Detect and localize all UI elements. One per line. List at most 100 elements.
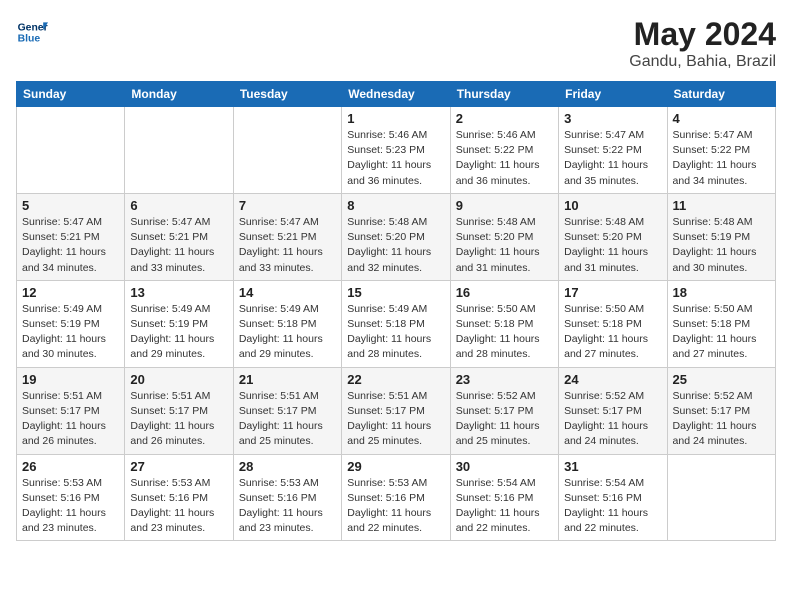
day-info: Sunrise: 5:50 AMSunset: 5:18 PMDaylight:… bbox=[673, 302, 770, 363]
col-wednesday: Wednesday bbox=[342, 82, 450, 107]
calendar-cell: 4 Sunrise: 5:47 AMSunset: 5:22 PMDayligh… bbox=[667, 107, 775, 194]
day-info: Sunrise: 5:49 AMSunset: 5:19 PMDaylight:… bbox=[22, 302, 119, 363]
calendar-cell: 10 Sunrise: 5:48 AMSunset: 5:20 PMDaylig… bbox=[559, 193, 667, 280]
day-number: 2 bbox=[456, 111, 553, 126]
calendar-cell: 12 Sunrise: 5:49 AMSunset: 5:19 PMDaylig… bbox=[17, 280, 125, 367]
calendar-cell: 23 Sunrise: 5:52 AMSunset: 5:17 PMDaylig… bbox=[450, 367, 558, 454]
day-info: Sunrise: 5:51 AMSunset: 5:17 PMDaylight:… bbox=[239, 389, 336, 450]
calendar-cell: 5 Sunrise: 5:47 AMSunset: 5:21 PMDayligh… bbox=[17, 193, 125, 280]
day-info: Sunrise: 5:54 AMSunset: 5:16 PMDaylight:… bbox=[564, 476, 661, 537]
calendar-cell: 17 Sunrise: 5:50 AMSunset: 5:18 PMDaylig… bbox=[559, 280, 667, 367]
day-number: 20 bbox=[130, 372, 227, 387]
day-info: Sunrise: 5:52 AMSunset: 5:17 PMDaylight:… bbox=[564, 389, 661, 450]
calendar-cell: 9 Sunrise: 5:48 AMSunset: 5:20 PMDayligh… bbox=[450, 193, 558, 280]
day-number: 25 bbox=[673, 372, 770, 387]
calendar-week-row: 26 Sunrise: 5:53 AMSunset: 5:16 PMDaylig… bbox=[17, 454, 776, 541]
day-info: Sunrise: 5:50 AMSunset: 5:18 PMDaylight:… bbox=[564, 302, 661, 363]
calendar-cell bbox=[125, 107, 233, 194]
day-number: 10 bbox=[564, 198, 661, 213]
calendar-week-row: 19 Sunrise: 5:51 AMSunset: 5:17 PMDaylig… bbox=[17, 367, 776, 454]
calendar-cell: 16 Sunrise: 5:50 AMSunset: 5:18 PMDaylig… bbox=[450, 280, 558, 367]
calendar-cell: 19 Sunrise: 5:51 AMSunset: 5:17 PMDaylig… bbox=[17, 367, 125, 454]
calendar-cell: 14 Sunrise: 5:49 AMSunset: 5:18 PMDaylig… bbox=[233, 280, 341, 367]
calendar-cell: 22 Sunrise: 5:51 AMSunset: 5:17 PMDaylig… bbox=[342, 367, 450, 454]
calendar-week-row: 1 Sunrise: 5:46 AMSunset: 5:23 PMDayligh… bbox=[17, 107, 776, 194]
day-number: 5 bbox=[22, 198, 119, 213]
calendar-cell: 24 Sunrise: 5:52 AMSunset: 5:17 PMDaylig… bbox=[559, 367, 667, 454]
calendar-table: Sunday Monday Tuesday Wednesday Thursday… bbox=[16, 81, 776, 541]
month-title: May 2024 bbox=[629, 16, 776, 53]
day-info: Sunrise: 5:53 AMSunset: 5:16 PMDaylight:… bbox=[130, 476, 227, 537]
day-info: Sunrise: 5:54 AMSunset: 5:16 PMDaylight:… bbox=[456, 476, 553, 537]
day-number: 8 bbox=[347, 198, 444, 213]
calendar-cell bbox=[17, 107, 125, 194]
day-number: 16 bbox=[456, 285, 553, 300]
day-info: Sunrise: 5:49 AMSunset: 5:18 PMDaylight:… bbox=[347, 302, 444, 363]
day-number: 18 bbox=[673, 285, 770, 300]
day-number: 13 bbox=[130, 285, 227, 300]
day-info: Sunrise: 5:53 AMSunset: 5:16 PMDaylight:… bbox=[347, 476, 444, 537]
calendar-cell: 1 Sunrise: 5:46 AMSunset: 5:23 PMDayligh… bbox=[342, 107, 450, 194]
logo-icon: General Blue bbox=[16, 16, 48, 48]
calendar-cell: 11 Sunrise: 5:48 AMSunset: 5:19 PMDaylig… bbox=[667, 193, 775, 280]
day-number: 23 bbox=[456, 372, 553, 387]
calendar-cell: 3 Sunrise: 5:47 AMSunset: 5:22 PMDayligh… bbox=[559, 107, 667, 194]
calendar-cell: 29 Sunrise: 5:53 AMSunset: 5:16 PMDaylig… bbox=[342, 454, 450, 541]
svg-text:Blue: Blue bbox=[18, 34, 41, 45]
calendar-cell: 25 Sunrise: 5:52 AMSunset: 5:17 PMDaylig… bbox=[667, 367, 775, 454]
day-info: Sunrise: 5:51 AMSunset: 5:17 PMDaylight:… bbox=[22, 389, 119, 450]
col-friday: Friday bbox=[559, 82, 667, 107]
title-block: May 2024 Gandu, Bahia, Brazil bbox=[629, 16, 776, 71]
day-info: Sunrise: 5:52 AMSunset: 5:17 PMDaylight:… bbox=[456, 389, 553, 450]
location-title: Gandu, Bahia, Brazil bbox=[629, 53, 776, 71]
day-info: Sunrise: 5:46 AMSunset: 5:22 PMDaylight:… bbox=[456, 128, 553, 189]
day-info: Sunrise: 5:48 AMSunset: 5:20 PMDaylight:… bbox=[456, 215, 553, 276]
calendar-cell: 8 Sunrise: 5:48 AMSunset: 5:20 PMDayligh… bbox=[342, 193, 450, 280]
calendar-cell: 7 Sunrise: 5:47 AMSunset: 5:21 PMDayligh… bbox=[233, 193, 341, 280]
calendar-cell: 31 Sunrise: 5:54 AMSunset: 5:16 PMDaylig… bbox=[559, 454, 667, 541]
day-number: 4 bbox=[673, 111, 770, 126]
calendar-cell: 18 Sunrise: 5:50 AMSunset: 5:18 PMDaylig… bbox=[667, 280, 775, 367]
page-header: General Blue May 2024 Gandu, Bahia, Braz… bbox=[16, 16, 776, 71]
day-number: 27 bbox=[130, 459, 227, 474]
day-info: Sunrise: 5:51 AMSunset: 5:17 PMDaylight:… bbox=[347, 389, 444, 450]
col-monday: Monday bbox=[125, 82, 233, 107]
day-info: Sunrise: 5:51 AMSunset: 5:17 PMDaylight:… bbox=[130, 389, 227, 450]
day-info: Sunrise: 5:53 AMSunset: 5:16 PMDaylight:… bbox=[22, 476, 119, 537]
day-info: Sunrise: 5:47 AMSunset: 5:21 PMDaylight:… bbox=[130, 215, 227, 276]
day-info: Sunrise: 5:48 AMSunset: 5:20 PMDaylight:… bbox=[347, 215, 444, 276]
day-number: 11 bbox=[673, 198, 770, 213]
col-thursday: Thursday bbox=[450, 82, 558, 107]
calendar-week-row: 5 Sunrise: 5:47 AMSunset: 5:21 PMDayligh… bbox=[17, 193, 776, 280]
calendar-cell: 28 Sunrise: 5:53 AMSunset: 5:16 PMDaylig… bbox=[233, 454, 341, 541]
day-info: Sunrise: 5:48 AMSunset: 5:19 PMDaylight:… bbox=[673, 215, 770, 276]
day-info: Sunrise: 5:53 AMSunset: 5:16 PMDaylight:… bbox=[239, 476, 336, 537]
calendar-cell: 30 Sunrise: 5:54 AMSunset: 5:16 PMDaylig… bbox=[450, 454, 558, 541]
calendar-cell: 2 Sunrise: 5:46 AMSunset: 5:22 PMDayligh… bbox=[450, 107, 558, 194]
day-number: 9 bbox=[456, 198, 553, 213]
calendar-week-row: 12 Sunrise: 5:49 AMSunset: 5:19 PMDaylig… bbox=[17, 280, 776, 367]
calendar-header-row: Sunday Monday Tuesday Wednesday Thursday… bbox=[17, 82, 776, 107]
day-number: 31 bbox=[564, 459, 661, 474]
day-number: 3 bbox=[564, 111, 661, 126]
day-number: 6 bbox=[130, 198, 227, 213]
day-number: 24 bbox=[564, 372, 661, 387]
day-number: 17 bbox=[564, 285, 661, 300]
day-number: 29 bbox=[347, 459, 444, 474]
day-info: Sunrise: 5:49 AMSunset: 5:19 PMDaylight:… bbox=[130, 302, 227, 363]
day-info: Sunrise: 5:49 AMSunset: 5:18 PMDaylight:… bbox=[239, 302, 336, 363]
day-info: Sunrise: 5:47 AMSunset: 5:22 PMDaylight:… bbox=[564, 128, 661, 189]
calendar-cell: 21 Sunrise: 5:51 AMSunset: 5:17 PMDaylig… bbox=[233, 367, 341, 454]
calendar-cell: 26 Sunrise: 5:53 AMSunset: 5:16 PMDaylig… bbox=[17, 454, 125, 541]
day-number: 26 bbox=[22, 459, 119, 474]
day-info: Sunrise: 5:50 AMSunset: 5:18 PMDaylight:… bbox=[456, 302, 553, 363]
day-number: 30 bbox=[456, 459, 553, 474]
day-number: 12 bbox=[22, 285, 119, 300]
day-info: Sunrise: 5:47 AMSunset: 5:21 PMDaylight:… bbox=[239, 215, 336, 276]
day-number: 15 bbox=[347, 285, 444, 300]
calendar-cell bbox=[667, 454, 775, 541]
day-number: 1 bbox=[347, 111, 444, 126]
day-info: Sunrise: 5:52 AMSunset: 5:17 PMDaylight:… bbox=[673, 389, 770, 450]
calendar-cell: 15 Sunrise: 5:49 AMSunset: 5:18 PMDaylig… bbox=[342, 280, 450, 367]
calendar-cell: 6 Sunrise: 5:47 AMSunset: 5:21 PMDayligh… bbox=[125, 193, 233, 280]
